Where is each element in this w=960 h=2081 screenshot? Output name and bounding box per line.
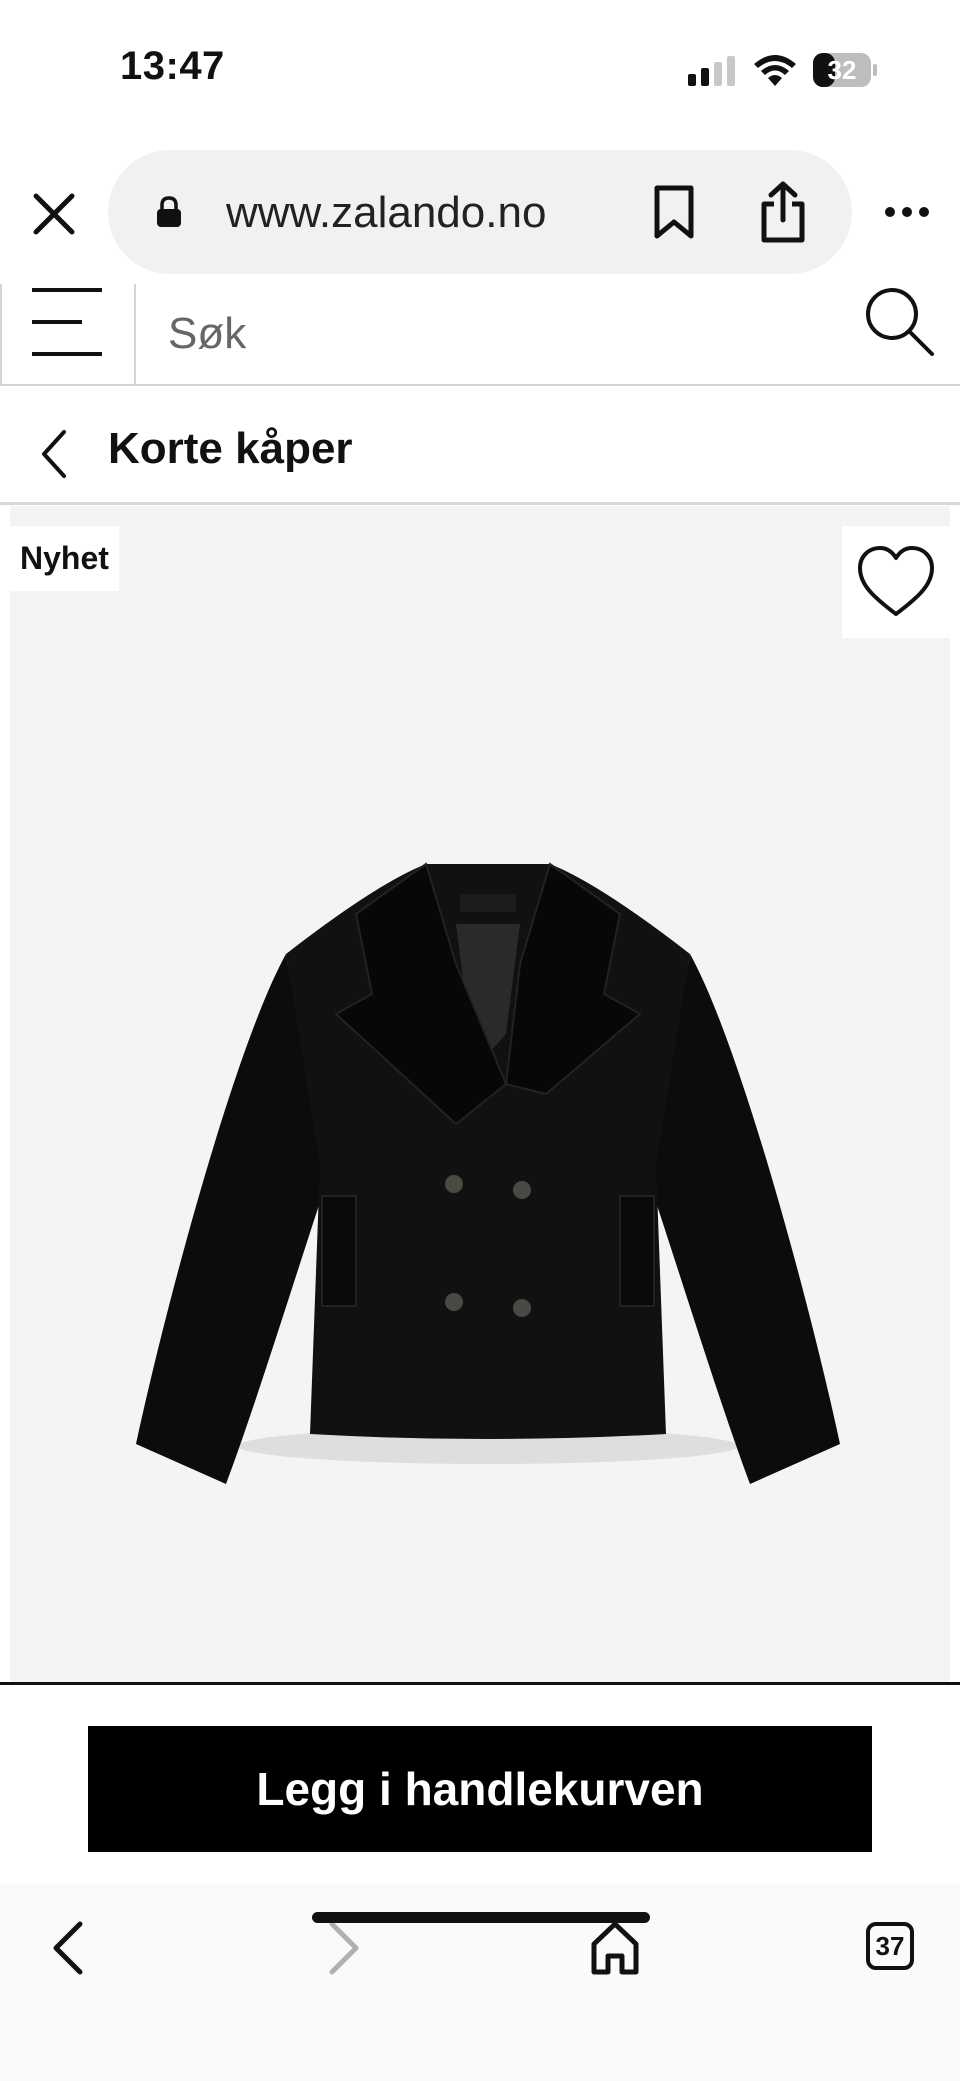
wishlist-button[interactable] [842, 526, 950, 638]
share-icon[interactable] [758, 180, 808, 244]
wifi-icon [754, 55, 796, 86]
menu-button[interactable] [2, 284, 136, 384]
status-time: 13:47 [120, 44, 225, 88]
divider [0, 502, 960, 505]
browser-toolbar: 37 [0, 1884, 960, 2081]
address-bar[interactable]: www.zalando.no [108, 150, 852, 274]
heart-icon [858, 546, 934, 616]
home-indicator [312, 1912, 650, 1923]
coat-image [136, 862, 840, 1484]
page-title: Korte kåper [108, 424, 353, 473]
divider [0, 1682, 960, 1685]
close-icon[interactable] [30, 190, 78, 238]
chevron-left-icon[interactable] [36, 428, 72, 480]
more-icon[interactable] [884, 204, 930, 220]
product-image[interactable]: Nyhet [10, 506, 950, 1682]
lock-icon [157, 196, 181, 227]
new-badge: Nyhet [10, 526, 119, 591]
home-icon[interactable] [590, 1920, 640, 1976]
bookmark-icon[interactable] [652, 184, 696, 240]
chevron-right-icon[interactable] [324, 1918, 364, 1978]
search-input[interactable]: Søk [168, 296, 246, 372]
search-icon[interactable] [862, 284, 936, 360]
chevron-left-icon[interactable] [48, 1918, 88, 1978]
battery-level: 32 [827, 55, 857, 85]
cellular-signal-icon [688, 56, 735, 86]
url-text: www.zalando.no [226, 188, 547, 237]
tabs-icon[interactable]: 37 [866, 1922, 914, 1970]
search-header: Søk [0, 284, 960, 386]
add-to-cart-button[interactable]: Legg i handlekurven [88, 1726, 872, 1852]
battery-icon: 32 [812, 52, 878, 88]
